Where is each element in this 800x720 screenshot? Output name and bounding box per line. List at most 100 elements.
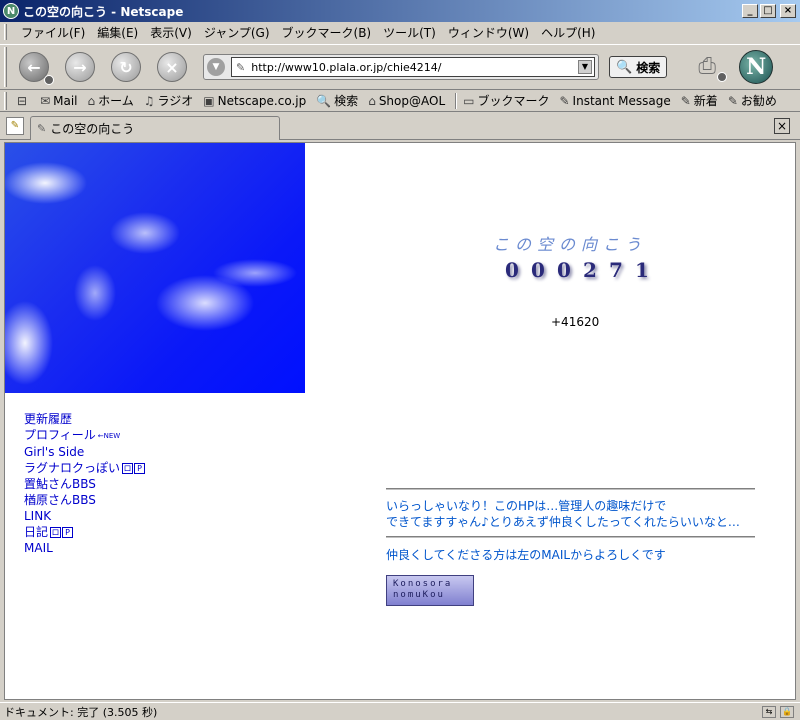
netscape-app-icon: N — [3, 3, 19, 19]
site-nav: 更新履歴 プロフィール ←NEW Girl's Side ラグナロクっぽいロ P 置… — [24, 411, 146, 556]
reload-button[interactable]: ↻ — [111, 52, 141, 82]
url-history-dropdown[interactable]: ▼ — [207, 58, 225, 76]
search-icon: 🔍 — [616, 59, 633, 75]
new-badge: ←NEW — [97, 431, 121, 440]
badge-icon: P — [62, 526, 74, 538]
nav-link-narahara-bbs[interactable]: 楢原さんBBS — [24, 492, 146, 508]
menu-help[interactable]: ヘルプ(H) — [535, 24, 601, 41]
new-tab-button[interactable]: ✎ — [6, 117, 24, 135]
nav-link-label: 楢原さんBBS — [24, 492, 96, 507]
nav-link-label: 更新履歴 — [24, 412, 73, 426]
welcome-line: できてますすゃん♪とりあえず仲良くしたってくれたらいいなと… — [386, 515, 740, 529]
home-icon: ⌂ — [87, 93, 96, 108]
netscape-logo[interactable]: N — [739, 50, 774, 84]
contact-message: 仲良くしてくださる方は左のMAILからよろしくです — [386, 548, 666, 562]
badge-icon: ロ — [122, 462, 134, 474]
url-text[interactable]: http://www10.plala.or.jp/chie4214/ — [251, 61, 578, 74]
maximize-button[interactable]: □ — [760, 4, 776, 18]
menu-go[interactable]: ジャンプ(G) — [198, 24, 276, 41]
site-banner[interactable]: Konosora nomuKou — [386, 575, 474, 606]
nav-link-profile[interactable]: プロフィール ←NEW — [24, 427, 146, 444]
nav-link-link[interactable]: LINK — [24, 508, 146, 524]
menu-file[interactable]: ファイル(F) — [15, 24, 91, 41]
status-bar: ドキュメント: 完了 (3.505 秒) ⇆ 🔒 — [0, 702, 800, 720]
mail-icon: ✉ — [40, 93, 51, 108]
nav-link-label: 置鮎さんBBS — [24, 476, 96, 491]
personalbar-grip — [4, 91, 7, 110]
nav-link-history[interactable]: 更新履歴 — [24, 411, 146, 427]
pb-search[interactable]: 🔍 検索 — [316, 92, 358, 109]
close-window-button[interactable]: × — [780, 4, 796, 18]
menu-view[interactable]: 表示(V) — [144, 24, 198, 41]
menu-tools[interactable]: ツール(T) — [377, 24, 442, 41]
nav-link-label: LINK — [24, 508, 52, 523]
nav-link-ragnarok[interactable]: ラグナロクっぽいロ P — [24, 460, 146, 476]
pb-mail[interactable]: ✉ Mail — [40, 94, 77, 108]
counter-digit: 7 — [609, 258, 623, 282]
access-counter: 0 0 0 2 7 1 — [501, 259, 657, 281]
banner-line: Konosora — [393, 579, 453, 589]
minimize-button[interactable]: _ — [742, 4, 758, 18]
pb-recommend[interactable]: ✎ お勧め — [728, 92, 777, 109]
counter-digit: 0 — [531, 258, 545, 282]
pb-shop[interactable]: ⌂ Shop@AOL — [368, 94, 445, 108]
pb-home-label: ホーム — [98, 94, 134, 108]
pb-bookmarks[interactable]: ▭ ブックマーク — [463, 92, 549, 109]
back-button[interactable]: ← — [19, 52, 54, 85]
navigation-toolbar: ← → ↻ × ▼ ✎ http://www10.plala.or.jp/chi… — [0, 44, 800, 90]
pb-search-label: 検索 — [334, 94, 359, 108]
counter-digit: 2 — [583, 258, 597, 282]
menu-window[interactable]: ウィンドウ(W) — [442, 24, 535, 41]
pb-instant-message[interactable]: ✎ Instant Message — [559, 94, 670, 108]
print-button[interactable]: ⎙ — [693, 54, 728, 82]
search-button-label: 検索 — [636, 60, 661, 75]
home-menu-button[interactable]: ⊟ — [17, 94, 30, 108]
counter-digit: 1 — [635, 258, 649, 282]
close-tab-button[interactable]: × — [774, 118, 790, 134]
print-dropdown[interactable] — [717, 72, 728, 82]
nav-link-label: 日記 — [24, 524, 49, 539]
url-input[interactable]: ✎ http://www10.plala.or.jp/chie4214/ ▼ — [231, 57, 595, 77]
status-text: ドキュメント: 完了 (3.505 秒) — [4, 705, 158, 719]
tab-label: この空の向こう — [50, 122, 135, 136]
menu-bookmarks[interactable]: ブックマーク(B) — [276, 24, 378, 41]
pb-recommend-label: お勧め — [740, 94, 777, 108]
url-dropdown-icon[interactable]: ▼ — [578, 60, 592, 74]
security-lock-icon[interactable]: 🔒 — [780, 705, 794, 718]
pb-radio[interactable]: ♫ ラジオ — [144, 92, 194, 109]
tab-active[interactable]: ✎ この空の向こう — [30, 116, 280, 140]
pb-netscape-label: Netscape.co.jp — [217, 93, 307, 108]
back-history-dropdown[interactable] — [44, 75, 54, 85]
menu-edit[interactable]: 編集(E) — [91, 24, 144, 41]
pb-im-label: Instant Message — [572, 93, 671, 108]
badge-icon: ロ — [50, 526, 62, 538]
pb-home[interactable]: ⌂ ホーム — [88, 92, 134, 109]
forward-button[interactable]: → — [65, 52, 95, 82]
pb-new[interactable]: ✎ 新着 — [681, 92, 718, 109]
pb-netscape[interactable]: ▣ Netscape.co.jp — [203, 94, 306, 108]
nav-link-mail[interactable]: MAIL — [24, 540, 146, 556]
nav-link-okiayu-bbs[interactable]: 置鮎さんBBS — [24, 476, 146, 492]
page-icon: ✎ — [236, 60, 246, 74]
title-bar: N この空の向こう - Netscape _ □ × — [0, 0, 800, 22]
pb-mail-label: Mail — [53, 93, 78, 108]
menu-bar: ファイル(F) 編集(E) 表示(V) ジャンプ(G) ブックマーク(B) ツー… — [0, 22, 800, 42]
counter-digit: 0 — [557, 258, 571, 282]
search-button[interactable]: 🔍 検索 — [609, 56, 668, 78]
online-status-icon[interactable]: ⇆ — [762, 705, 776, 718]
personal-toolbar: ⊟ ✉ Mail ⌂ ホーム ♫ ラジオ ▣ Netscape.co.jp 🔍 検索 ⌂ S… — [0, 90, 800, 112]
stop-button[interactable]: × — [157, 52, 187, 82]
banner-line: nomuKou — [393, 590, 445, 600]
folder-icon: ▭ — [463, 93, 475, 108]
stop-icon: × — [165, 57, 179, 77]
bookmark-icon: ✎ — [559, 93, 570, 108]
search-icon: 🔍 — [316, 93, 332, 108]
window-title: この空の向こう - Netscape — [23, 4, 184, 19]
url-bar: ▼ ✎ http://www10.plala.or.jp/chie4214/ ▼ — [203, 54, 599, 80]
nav-link-girls-side[interactable]: Girl's Side — [24, 444, 146, 460]
pb-shop-label: Shop@AOL — [378, 93, 446, 108]
toolbar-separator — [455, 92, 458, 109]
nav-link-diary[interactable]: 日記ロ P — [24, 524, 146, 540]
nav-link-label: MAIL — [24, 540, 53, 555]
my-netscape-icon: ▣ — [203, 93, 215, 108]
